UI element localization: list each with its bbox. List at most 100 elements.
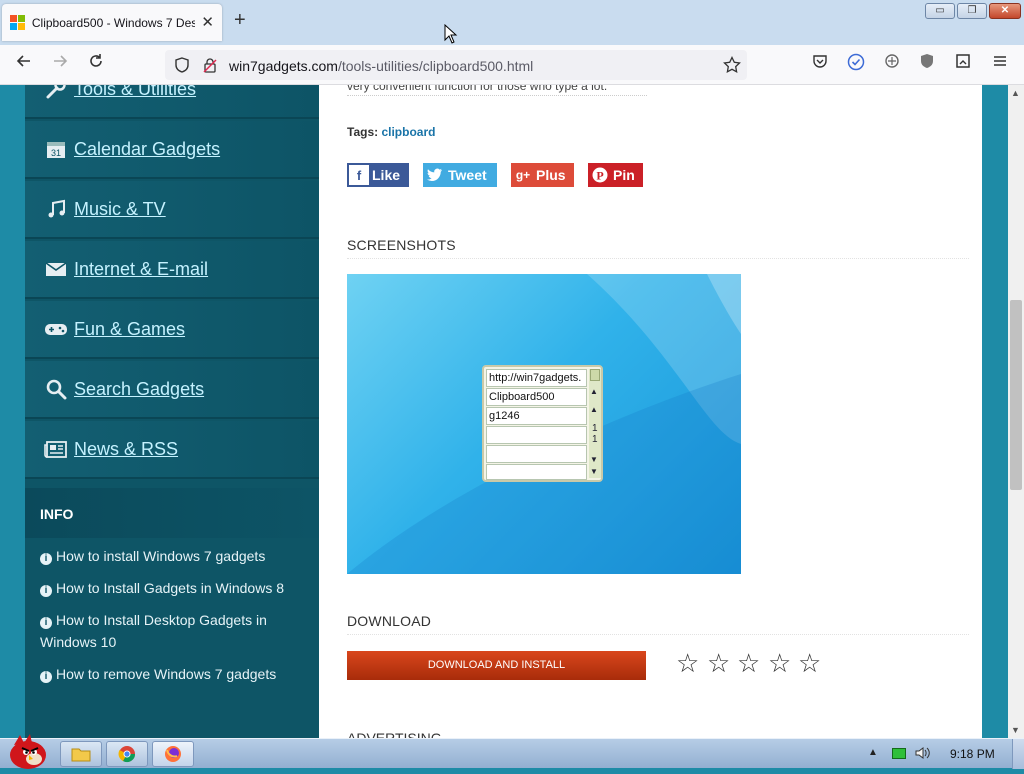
- taskbar-chrome-button[interactable]: [106, 741, 148, 767]
- wrench-icon: [44, 85, 68, 101]
- gadget-screenshot[interactable]: http://win7gadgets. Clipboard500 g1246 ▲…: [347, 274, 741, 574]
- scroll-up-icon: ▲: [590, 405, 598, 414]
- bookmark-star-icon[interactable]: [723, 55, 741, 79]
- translate-extension-icon[interactable]: [880, 53, 904, 77]
- window-close-button[interactable]: ✕: [989, 3, 1021, 19]
- info-circle-icon: i: [40, 671, 52, 683]
- gadget-entry: g1246: [486, 407, 587, 425]
- taskbar-clock[interactable]: 9:18 PM: [950, 747, 995, 761]
- windows-logo-icon: [10, 14, 26, 31]
- shield-extension-icon[interactable]: [915, 53, 939, 77]
- info-link-remove-win7[interactable]: i How to remove Windows 7 gadgets: [40, 663, 310, 685]
- info-link-label: How to Install Desktop Gadgets in Window…: [40, 612, 267, 650]
- rating-star-1[interactable]: ☆: [676, 648, 699, 678]
- sidebar-item-search-gadgets[interactable]: Search Gadgets: [25, 361, 319, 419]
- sidebar: Tools & Utilities 31 Calendar Gadgets Mu…: [25, 85, 319, 738]
- sidebar-item-label: News & RSS: [74, 438, 179, 459]
- screenshot-extension-icon[interactable]: [951, 53, 975, 77]
- info-link-install-win10[interactable]: i How to Install Desktop Gadgets in Windo…: [40, 609, 310, 653]
- rating-star-3[interactable]: ☆: [737, 648, 760, 678]
- scroll-down-arrow-icon[interactable]: ▼: [1011, 725, 1020, 735]
- url-text[interactable]: win7gadgets.com/tools-utilities/clipboar…: [229, 58, 533, 74]
- section-divider: [347, 634, 969, 635]
- browser-tab-active[interactable]: Clipboard500 - Windows 7 Desktop Gadget …: [2, 4, 222, 41]
- window-restore-button[interactable]: ❐: [957, 3, 987, 19]
- scroll-down-icon: ▼: [590, 455, 598, 464]
- section-divider: [347, 258, 969, 259]
- gadget-entry: http://win7gadgets.: [486, 369, 587, 387]
- advertising-heading: ADVERTISING: [347, 730, 442, 738]
- main-content: very convenient function for those who t…: [319, 85, 982, 738]
- sidebar-item-news-rss[interactable]: News & RSS: [25, 421, 319, 479]
- calendar-icon: 31: [44, 137, 68, 161]
- network-icon[interactable]: [892, 748, 906, 759]
- info-link-label: How to remove Windows 7 gadgets: [56, 666, 277, 682]
- svg-text:P: P: [596, 169, 603, 183]
- scroll-up-arrow-icon[interactable]: ▲: [1011, 88, 1020, 98]
- rating-star-2[interactable]: ☆: [707, 648, 730, 678]
- sidebar-item-tools-utilities[interactable]: Tools & Utilities: [25, 85, 319, 119]
- sidebar-item-internet-email[interactable]: Internet & E-mail: [25, 241, 319, 299]
- facebook-icon: f: [349, 165, 369, 185]
- scrollbar-thumb[interactable]: [1010, 300, 1022, 490]
- checkmark-extension-icon[interactable]: [844, 53, 868, 79]
- navigation-toolbar: win7gadgets.com/tools-utilities/clipboar…: [0, 45, 1024, 85]
- gadget-counter: 1: [592, 423, 598, 434]
- info-link-install-win8[interactable]: i How to Install Gadgets in Windows 8: [40, 577, 310, 599]
- taskbar-firefox-button[interactable]: [152, 741, 194, 767]
- start-button-angry-bird-icon[interactable]: [4, 731, 50, 769]
- tab-close-icon[interactable]: ✕: [201, 15, 214, 30]
- download-install-button[interactable]: DOWNLOAD AND INSTALL: [347, 651, 646, 680]
- sidebar-item-music-tv[interactable]: Music & TV: [25, 181, 319, 239]
- tab-title: Clipboard500 - Windows 7 Desktop Gadget: [31, 15, 196, 30]
- page-scrollbar[interactable]: ▲ ▼: [1008, 85, 1024, 738]
- insecure-lock-icon[interactable]: [202, 57, 218, 78]
- svg-text:31: 31: [51, 148, 61, 158]
- sidebar-item-label: Internet & E-mail: [74, 258, 209, 279]
- pinterest-icon: P: [590, 165, 610, 185]
- rating-star-4[interactable]: ☆: [768, 648, 791, 678]
- sidebar-item-calendar-gadgets[interactable]: 31 Calendar Gadgets: [25, 121, 319, 179]
- gadget-entry: Clipboard500: [486, 388, 587, 406]
- hamburger-menu-icon[interactable]: [988, 53, 1012, 77]
- twitter-bird-icon: [425, 165, 445, 185]
- forward-arrow-icon[interactable]: [48, 53, 72, 77]
- window-minimize-button[interactable]: ▭: [925, 3, 955, 19]
- gadget-entry: [486, 464, 587, 480]
- reload-icon[interactable]: [84, 53, 108, 77]
- tag-link-clipboard[interactable]: clipboard: [381, 125, 435, 139]
- folder-icon: [71, 748, 91, 762]
- twitter-tweet-button[interactable]: Tweet: [423, 163, 497, 187]
- gadget-counter: 1: [592, 434, 598, 445]
- like-label: Like: [372, 167, 401, 183]
- sidebar-item-label: Search Gadgets: [74, 378, 205, 399]
- volume-icon[interactable]: [914, 745, 930, 766]
- new-tab-icon[interactable]: +: [234, 10, 246, 30]
- tray-expand-icon[interactable]: ▲: [868, 747, 878, 758]
- info-link-label: How to install Windows 7 gadgets: [56, 548, 266, 564]
- rating-star-5[interactable]: ☆: [798, 648, 821, 678]
- gadget-scrollbar: ▲ ▲ 1 1 ▼ ▼: [589, 369, 601, 478]
- sidebar-item-label: Music & TV: [74, 198, 166, 219]
- info-heading: INFO: [25, 488, 319, 538]
- scroll-up-icon: ▲: [590, 387, 598, 396]
- music-note-icon: [44, 197, 68, 221]
- pinterest-pin-button[interactable]: P Pin: [588, 163, 643, 187]
- tags-line: Tags: clipboard: [347, 125, 435, 139]
- plus-label: Plus: [536, 167, 566, 183]
- clipboard-icon: [590, 369, 600, 381]
- back-arrow-icon[interactable]: [12, 53, 36, 77]
- taskbar-explorer-button[interactable]: [60, 741, 102, 767]
- tracking-shield-icon[interactable]: [174, 57, 190, 78]
- screenshots-heading: SCREENSHOTS: [347, 237, 456, 253]
- sidebar-item-label: Fun & Games: [74, 318, 186, 339]
- info-link-install-win7[interactable]: i How to install Windows 7 gadgets: [40, 545, 310, 567]
- pocket-icon[interactable]: [808, 53, 832, 77]
- google-plus-button[interactable]: g+ Plus: [511, 163, 574, 187]
- show-desktop-button[interactable]: [1012, 739, 1024, 769]
- sidebar-item-fun-games[interactable]: Fun & Games: [25, 301, 319, 359]
- address-bar[interactable]: win7gadgets.com/tools-utilities/clipboar…: [165, 50, 747, 80]
- firefox-icon: [165, 746, 181, 762]
- facebook-like-button[interactable]: f Like: [347, 163, 409, 187]
- url-domain: win7gadgets.com: [229, 58, 338, 74]
